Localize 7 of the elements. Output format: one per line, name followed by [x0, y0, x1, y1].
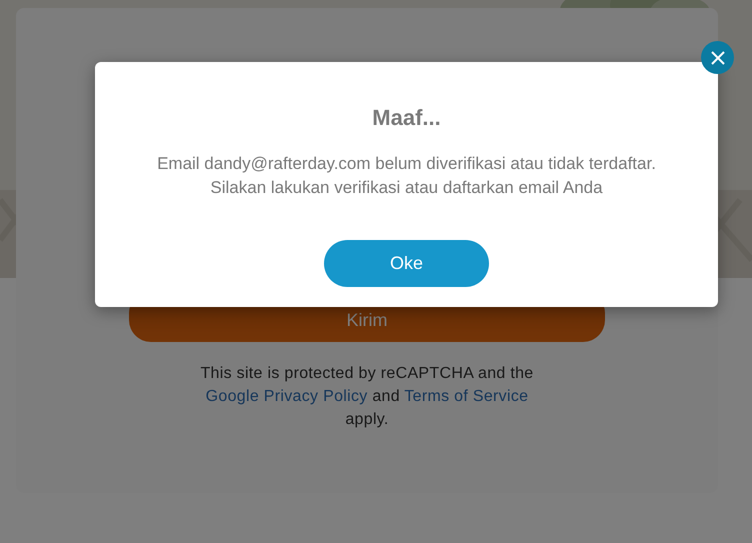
privacy-policy-link[interactable]: Google Privacy Policy [206, 388, 368, 405]
ok-button[interactable]: Oke [324, 240, 489, 287]
dialog-message: Email dandy@rafterday.com belum diverifikasi atau tidak terdaftar. Silakan lakukan verifikasi atau daftarkan email Anda [157, 153, 656, 199]
terms-link[interactable]: Terms of Service [404, 388, 528, 405]
close-icon [710, 50, 724, 64]
recaptcha-notice: This site is protected by reCAPTCHA and the Google Privacy Policy and Terms of Service apply. [199, 364, 535, 430]
dialog-title: Maaf... [372, 104, 441, 132]
